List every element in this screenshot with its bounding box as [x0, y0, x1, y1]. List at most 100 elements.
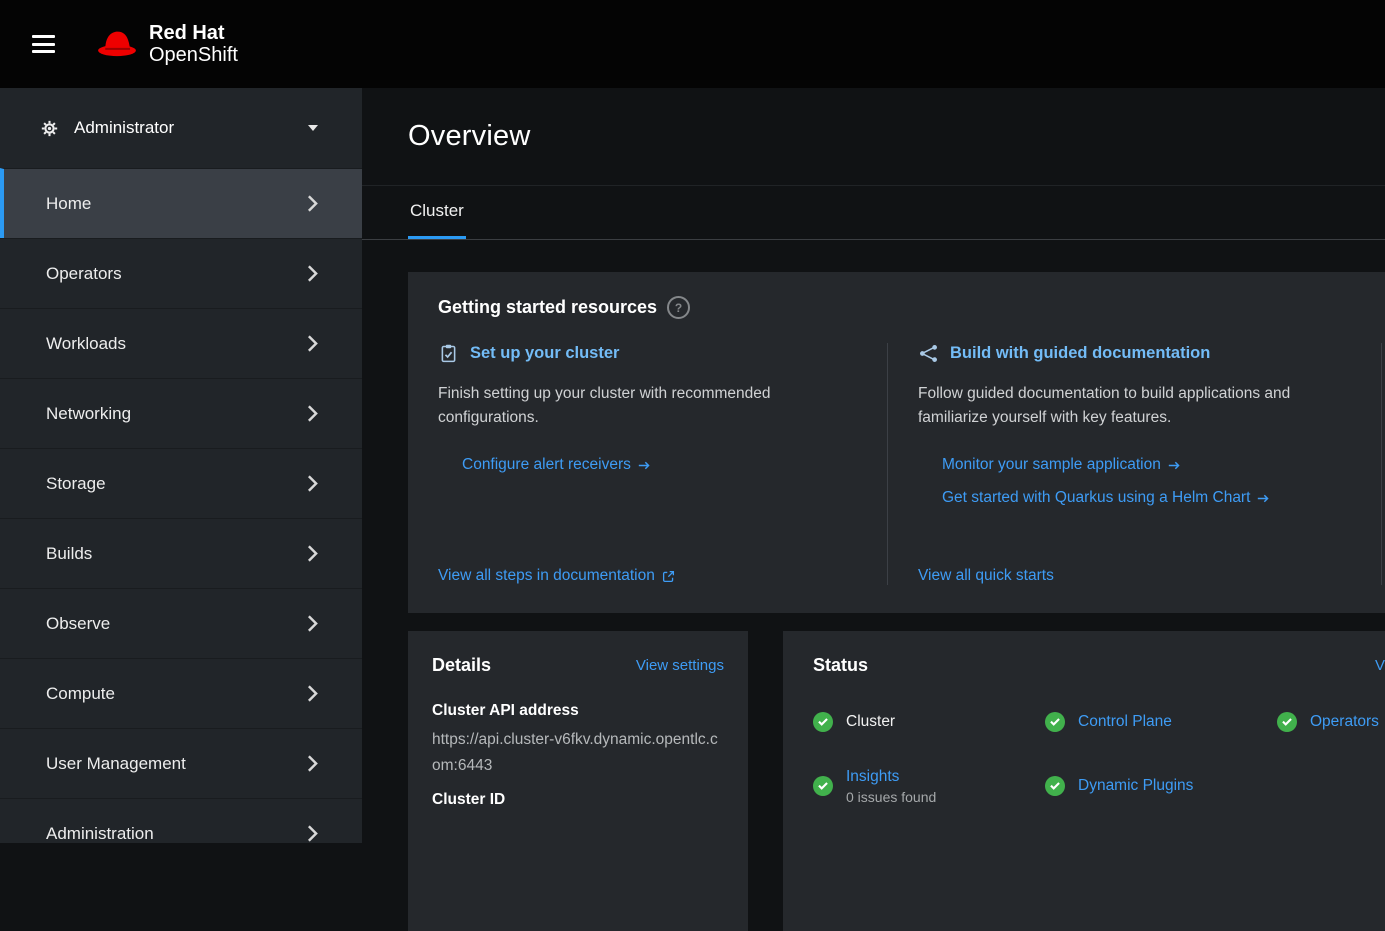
chevron-right-icon	[307, 475, 318, 492]
field-value: https://api.cluster-v6fkv.dynamic.opentl…	[432, 727, 724, 779]
sidebar-item-workloads[interactable]: Workloads	[0, 308, 362, 378]
setup-cluster-column: Set up your cluster Finish setting up yo…	[408, 343, 887, 585]
details-card: Details View settings Cluster API addres…	[408, 631, 748, 931]
field-label: Cluster ID	[432, 791, 724, 809]
chevron-right-icon	[307, 195, 318, 212]
tab-cluster-label: Cluster	[410, 201, 464, 221]
status-card: Status View alerts Cluster Control Plane	[783, 631, 1385, 931]
insights-issues-count: 0 issues found	[846, 789, 936, 805]
cluster-api-address-field: Cluster API address https://api.cluster-…	[432, 702, 724, 779]
status-item-operators: Operators	[1277, 702, 1385, 742]
sidebar-item-compute[interactable]: Compute	[0, 658, 362, 728]
sidebar-item-label: Storage	[46, 474, 106, 494]
page-header: Overview	[362, 88, 1385, 186]
redhat-openshift-logo: Red Hat OpenShift	[96, 22, 238, 66]
sidebar-item-operators[interactable]: Operators	[0, 238, 362, 308]
overview-dashboard: Getting started resources Set up your	[362, 240, 1385, 931]
quarkus-helm-chart-link[interactable]: Get started with Quarkus using a Helm Ch…	[942, 489, 1351, 507]
status-item-control-plane: Control Plane	[1045, 702, 1277, 742]
sidebar-item-administration[interactable]: Administration	[0, 798, 362, 868]
external-link-icon	[662, 570, 675, 583]
sidebar-item-label: Observe	[46, 614, 110, 634]
status-item-insights: Insights 0 issues found	[813, 766, 1045, 806]
guided-documentation-description: Follow guided documentation to build app…	[918, 382, 1351, 430]
sidebar-item-observe[interactable]: Observe	[0, 588, 362, 658]
perspective-label: Administrator	[74, 118, 174, 138]
dynamic-plugins-link[interactable]: Dynamic Plugins	[1078, 777, 1193, 795]
view-settings-link[interactable]: View settings	[636, 657, 724, 674]
page-title: Overview	[408, 120, 530, 153]
view-all-quick-starts-link[interactable]: View all quick starts	[918, 567, 1351, 585]
configure-alert-receivers-link[interactable]: Configure alert receivers	[462, 456, 857, 474]
chevron-right-icon	[307, 825, 318, 842]
sidebar: Administrator Home Operators Workloads N…	[0, 88, 362, 843]
status-item-dynamic-plugins: Dynamic Plugins	[1045, 766, 1277, 806]
masthead: Red Hat OpenShift	[0, 0, 1385, 88]
check-circle-icon	[1045, 712, 1065, 732]
status-item-cluster: Cluster	[813, 702, 1045, 742]
check-circle-icon	[813, 776, 833, 796]
sidebar-item-networking[interactable]: Networking	[0, 378, 362, 448]
setup-cluster-heading-link[interactable]: Set up your cluster	[470, 344, 619, 363]
check-circle-icon	[813, 712, 833, 732]
arrow-right-icon	[1257, 492, 1270, 505]
sidebar-item-builds[interactable]: Builds	[0, 518, 362, 588]
caret-down-icon	[308, 125, 318, 131]
chevron-right-icon	[307, 335, 318, 352]
check-circle-icon	[1277, 712, 1297, 732]
chevron-right-icon	[307, 755, 318, 772]
getting-started-column-clipped	[1381, 343, 1385, 585]
field-label: Cluster API address	[432, 702, 724, 720]
tab-bar: Cluster	[362, 186, 1385, 240]
brand-text: Red Hat OpenShift	[149, 22, 238, 66]
monitor-sample-application-link[interactable]: Monitor your sample application	[942, 456, 1351, 474]
sidebar-item-label: Operators	[46, 264, 122, 284]
guided-route-icon	[918, 343, 939, 364]
arrow-right-icon	[1168, 459, 1181, 472]
arrow-right-icon	[638, 459, 651, 472]
details-title: Details	[432, 655, 491, 676]
getting-started-title: Getting started resources	[438, 297, 657, 318]
sidebar-item-storage[interactable]: Storage	[0, 448, 362, 518]
help-icon[interactable]	[667, 296, 690, 319]
cluster-id-field: Cluster ID	[432, 791, 724, 809]
perspective-switcher[interactable]: Administrator	[0, 88, 362, 168]
main-content: Overview Cluster Getting started resourc…	[362, 88, 1385, 843]
brand-line1: Red Hat	[149, 22, 238, 44]
sidebar-item-label: Administration	[46, 824, 154, 844]
chevron-right-icon	[307, 405, 318, 422]
getting-started-card: Getting started resources Set up your	[408, 272, 1385, 613]
getting-started-header: Getting started resources	[408, 296, 1385, 319]
sidebar-item-home[interactable]: Home	[0, 168, 362, 238]
sidebar-item-user-management[interactable]: User Management	[0, 728, 362, 798]
chevron-right-icon	[307, 545, 318, 562]
chevron-right-icon	[307, 265, 318, 282]
sidebar-item-label: Builds	[46, 544, 92, 564]
brand-line2: OpenShift	[149, 44, 238, 66]
check-circle-icon	[1045, 776, 1065, 796]
getting-started-columns: Set up your cluster Finish setting up yo…	[408, 343, 1385, 613]
view-alerts-link[interactable]: View alerts	[1375, 657, 1385, 674]
control-plane-link[interactable]: Control Plane	[1078, 713, 1172, 731]
gear-icon	[40, 119, 59, 138]
sidebar-item-label: Workloads	[46, 334, 126, 354]
nav-toggle-button[interactable]	[24, 23, 63, 66]
redhat-hat-icon	[96, 29, 138, 59]
sidebar-nav: Home Operators Workloads Networking Stor…	[0, 168, 362, 868]
chevron-right-icon	[307, 615, 318, 632]
operators-link[interactable]: Operators	[1310, 713, 1379, 731]
status-grid: Cluster Control Plane Operators Insights	[813, 702, 1385, 806]
clipboard-check-icon	[438, 343, 459, 364]
tab-cluster[interactable]: Cluster	[408, 186, 466, 239]
sidebar-item-label: Networking	[46, 404, 131, 424]
sidebar-item-label: Compute	[46, 684, 115, 704]
view-all-steps-link[interactable]: View all steps in documentation	[438, 567, 857, 585]
insights-link[interactable]: Insights	[846, 768, 936, 786]
guided-documentation-column: Build with guided documentation Follow g…	[887, 343, 1381, 585]
hamburger-icon	[32, 35, 55, 53]
guided-documentation-heading-link[interactable]: Build with guided documentation	[950, 344, 1210, 363]
chevron-right-icon	[307, 685, 318, 702]
sidebar-item-label: Home	[46, 194, 91, 214]
dashboard-row: Details View settings Cluster API addres…	[408, 631, 1385, 931]
status-title: Status	[813, 655, 868, 676]
